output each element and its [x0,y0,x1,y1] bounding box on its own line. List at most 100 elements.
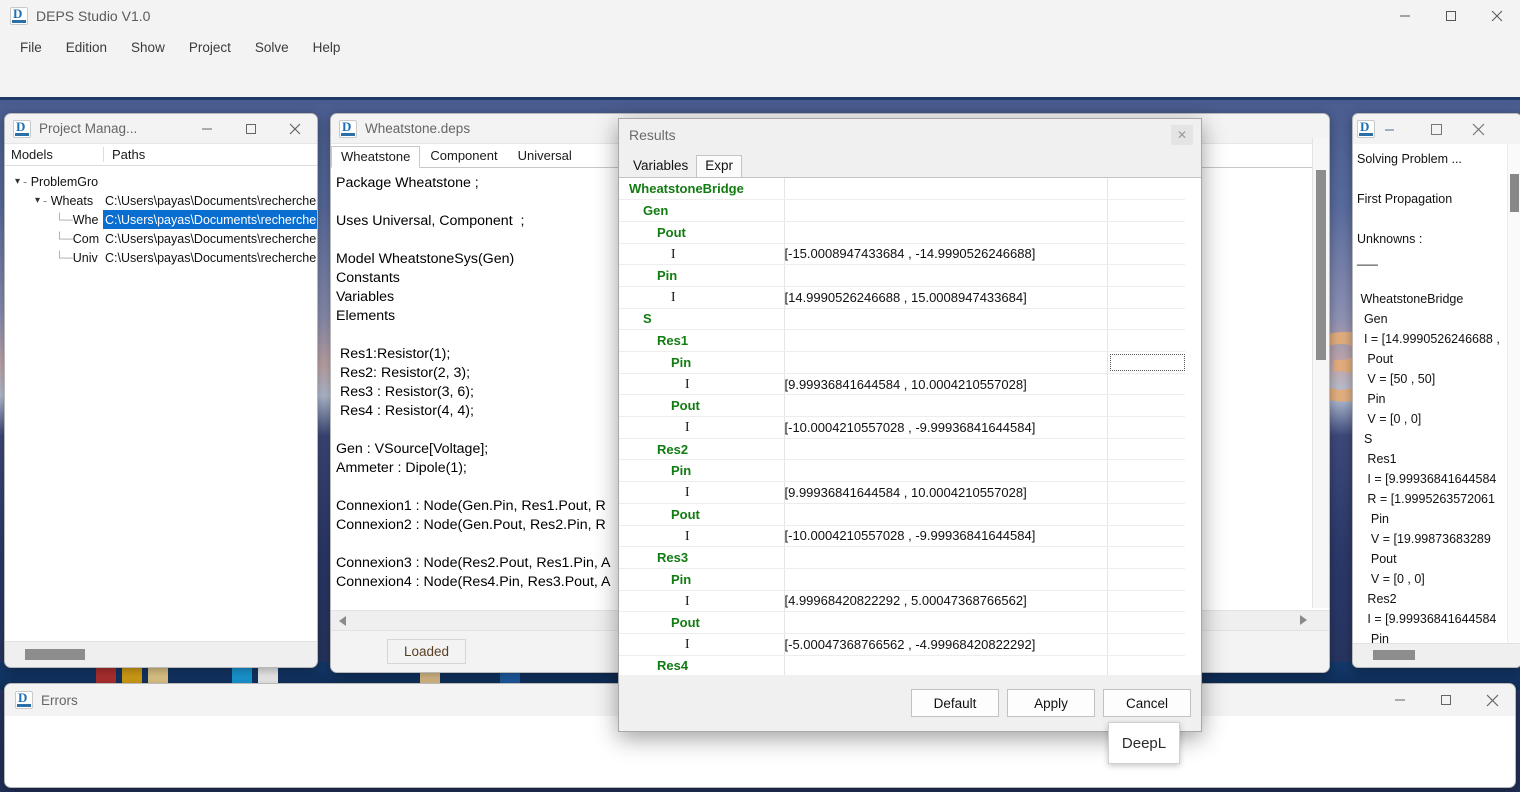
solver-log-text[interactable]: Solving Problem ... First Propagation Un… [1353,144,1520,644]
column-header-paths[interactable]: Paths [103,147,317,162]
table-row[interactable]: Pin [619,264,1187,287]
table-row[interactable]: I [9.99936841644584 , 10.0004210557028] [619,373,1187,396]
row-extra-cell[interactable] [1107,590,1187,613]
table-row[interactable]: I [4.99968420822292 , 5.00047368766562] [619,590,1187,613]
row-extra-cell[interactable] [1107,373,1187,396]
table-row[interactable]: Pin [619,351,1187,374]
apply-button[interactable]: Apply [1007,689,1095,717]
row-extra-cell[interactable] [1107,329,1187,352]
table-row[interactable]: Gen [619,199,1187,222]
table-row[interactable]: Res2 [619,438,1187,461]
default-button[interactable]: Default [911,689,999,717]
project-manager-horizontal-scrollbar[interactable] [5,641,317,667]
menu-show[interactable]: Show [119,36,177,59]
close-icon[interactable]: ✕ [1171,125,1193,145]
path-row-selected[interactable]: C:\Users\payas\Documents\recherche [103,210,317,229]
tab-variables[interactable]: Variables [625,156,696,177]
table-row[interactable]: I [-10.0004210557028 , -9.99936841644584] [619,416,1187,439]
solver-vertical-scrollbar[interactable] [1507,144,1520,644]
row-extra-cell[interactable] [1107,568,1187,591]
row-extra-cell[interactable] [1107,503,1187,526]
table-row[interactable]: Pout [619,611,1187,634]
chevron-down-icon[interactable]: ▾ [15,176,20,187]
window-controls[interactable] [1382,0,1520,32]
maximize-icon[interactable] [1428,0,1474,32]
close-icon[interactable] [1459,114,1497,144]
menu-help[interactable]: Help [301,36,353,59]
tree-item-component-file[interactable]: └─ Com [55,229,99,248]
row-extra-cell[interactable] [1107,264,1187,287]
row-extra-cell[interactable] [1107,481,1187,504]
table-row[interactable]: I [-10.0004210557028 , -9.99936841644584] [619,525,1187,548]
table-row[interactable]: I [14.9990526246688 , 15.0008947433684] [619,286,1187,309]
row-extra-cell[interactable] [1107,351,1187,374]
scroll-left-icon[interactable] [339,616,346,626]
tab-expr[interactable]: Expr [696,155,743,178]
row-extra-cell[interactable] [1107,308,1187,331]
row-extra-cell[interactable] [1107,178,1187,201]
table-row[interactable]: S [619,308,1187,331]
row-extra-cell[interactable] [1107,243,1187,266]
table-row[interactable]: Res4 [619,655,1187,678]
close-icon[interactable] [1469,684,1515,716]
menu-solve[interactable]: Solve [243,36,301,59]
scrollbar-thumb[interactable] [1510,174,1519,212]
table-row[interactable]: I [9.99936841644584 , 10.0004210557028] [619,481,1187,504]
row-extra-cell[interactable] [1107,459,1187,483]
maximize-icon[interactable] [229,114,273,144]
table-row[interactable]: Pout [619,394,1187,418]
path-row[interactable]: C:\Users\payas\Documents\recherche [103,248,316,267]
table-row[interactable]: Pout [619,221,1187,244]
table-row[interactable]: I [-15.0008947433684 , -14.9990526246688] [619,243,1187,266]
tree-item-wheatstone[interactable]: ▾ - Wheats [35,191,93,210]
editor-vertical-scrollbar[interactable] [1312,138,1329,608]
minimize-icon[interactable] [1382,0,1428,32]
minimize-icon[interactable] [185,114,229,144]
results-vertical-scrollbar[interactable] [1185,178,1201,685]
row-extra-cell[interactable] [1107,221,1187,244]
table-row[interactable]: WheatstoneBridge [619,178,1187,201]
table-row[interactable]: Pin [619,459,1187,483]
minimize-icon[interactable] [1379,114,1399,144]
row-extra-cell[interactable] [1107,525,1187,548]
row-extra-cell[interactable] [1107,199,1187,222]
deepl-popup[interactable]: DeepL [1108,722,1180,764]
table-row[interactable]: Res3 [619,546,1187,569]
row-extra-cell[interactable] [1107,416,1187,439]
tree-item-wheatstone-file[interactable]: └─ Whe [55,210,98,229]
maximize-icon[interactable] [1423,684,1469,716]
tab-wheatstone[interactable]: Wheatstone [331,146,421,168]
row-extra-cell[interactable] [1107,438,1187,461]
path-row[interactable]: C:\Users\payas\Documents\recherche [103,229,316,248]
table-row[interactable]: Res1 [619,329,1187,352]
scrollbar-thumb[interactable] [1316,170,1326,360]
tab-universal[interactable]: Universal [508,145,582,167]
row-extra-cell[interactable] [1107,655,1187,678]
maximize-icon[interactable] [1417,114,1455,144]
close-icon[interactable] [1474,0,1520,32]
row-extra-cell[interactable] [1107,286,1187,309]
menu-file[interactable]: File [8,36,54,59]
menu-project[interactable]: Project [177,36,243,59]
tree-item-problemgroup[interactable]: ▾ - ProblemGro [15,172,98,191]
chevron-down-icon[interactable]: ▾ [35,195,40,206]
scrollbar-thumb[interactable] [25,649,85,660]
row-extra-cell[interactable] [1107,394,1187,418]
menu-edition[interactable]: Edition [54,36,119,59]
table-row[interactable]: Pin [619,568,1187,591]
tree-item-universal-file[interactable]: └─ Univ [55,248,98,267]
errors-window-controls[interactable] [1377,684,1515,716]
cancel-button[interactable]: Cancel [1103,689,1191,717]
row-extra-cell[interactable] [1107,611,1187,634]
column-header-models[interactable]: Models [5,147,103,162]
table-row[interactable]: I [-5.00047368766562 , -4.99968420822292] [619,633,1187,656]
results-table-scroll-area[interactable]: WheatstoneBridge Gen Pout I [-15.00089474336… [619,177,1201,685]
row-extra-cell[interactable] [1107,546,1187,569]
close-icon[interactable] [273,114,317,144]
editor-scroll-right-icon[interactable] [1300,615,1307,625]
row-extra-cell[interactable] [1107,633,1187,656]
solver-horizontal-scrollbar[interactable] [1353,643,1520,667]
project-manager-window-controls[interactable] [185,114,317,144]
scrollbar-thumb[interactable] [1373,650,1415,660]
path-row[interactable]: C:\Users\payas\Documents\recherche [103,191,316,210]
